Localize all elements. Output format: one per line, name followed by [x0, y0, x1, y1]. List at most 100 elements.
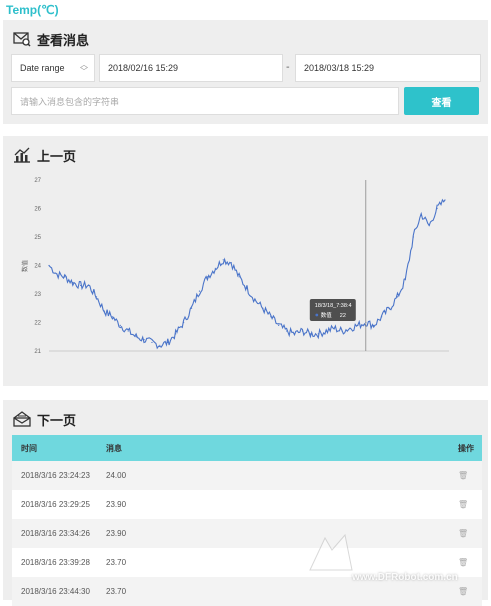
table-panel-title: 下一页: [37, 412, 77, 428]
data-point: [238, 276, 240, 278]
data-point: [309, 333, 311, 335]
column-header-action: 操作: [458, 443, 474, 453]
data-point: [48, 264, 50, 267]
trash-icon[interactable]: 🗑: [458, 490, 468, 519]
data-point: [230, 262, 232, 264]
data-point: [190, 307, 193, 309]
data-point: [56, 273, 58, 275]
data-point: [262, 307, 264, 309]
data-point: [286, 330, 288, 332]
data-point: [127, 330, 129, 332]
search-input[interactable]: 请输入消息包含的字符串: [11, 87, 399, 115]
data-point: [357, 324, 359, 326]
y-axis-label: 数值: [21, 260, 29, 272]
end-date-field[interactable]: 2018/03/18 15:29: [295, 54, 481, 82]
column-header-time[interactable]: 时间: [21, 435, 37, 461]
data-point: [175, 333, 177, 335]
y-tick-label: 23: [34, 292, 41, 298]
data-point: [317, 333, 319, 335]
data-point: [119, 324, 121, 326]
data-point: [95, 296, 98, 298]
table-row: 2018/3/16 23:24:23 24.00 🗑: [12, 461, 482, 490]
y-tick-label: 27: [34, 178, 41, 184]
watermark-text: www.DFRobot.com.cn: [352, 572, 458, 583]
data-point: [301, 330, 304, 332]
y-tick-label: 22: [34, 321, 41, 327]
data-point: [254, 299, 256, 301]
cell-message: 23.90: [106, 529, 127, 538]
watermark-logo: [300, 530, 360, 579]
date-range-select[interactable]: Date range ︿ ﹀: [11, 54, 95, 82]
data-point: [72, 282, 74, 284]
search-button[interactable]: 查看: [404, 87, 479, 115]
trash-icon[interactable]: 🗑: [458, 519, 468, 548]
data-point: [412, 236, 414, 238]
page-title: Temp(℃): [6, 3, 59, 17]
cell-message: 23.70: [106, 558, 127, 567]
envelope-search-icon: [13, 31, 31, 47]
data-point: [373, 324, 375, 326]
column-header-message[interactable]: 消息: [106, 435, 122, 461]
search-panel-title: 查看消息: [37, 32, 90, 48]
table-panel: 下一页 时间 消息 操作 2018/3/16 23:24:23 24.00 🗑 …: [3, 400, 488, 606]
cell-time: 2018/3/16 23:34:26: [21, 529, 90, 538]
y-tick-label: 21: [34, 349, 41, 355]
data-point: [404, 279, 406, 281]
data-point: [246, 287, 248, 289]
data-point: [64, 276, 66, 278]
y-tick-label: 24: [34, 264, 41, 270]
chart-tooltip: 18/3/18_7:38:4 数值 22: [309, 299, 356, 321]
data-point: [396, 296, 399, 298]
data-point: [103, 310, 106, 312]
table-row: 2018/3/16 23:29:25 23.90 🗑: [12, 490, 482, 519]
data-point: [167, 341, 169, 344]
cell-time: 2018/3/16 23:24:23: [21, 471, 90, 480]
date-separator: -: [286, 62, 290, 73]
data-point: [143, 339, 145, 341]
data-point: [198, 290, 201, 292]
mail-open-icon: [13, 411, 31, 427]
cell-time: 2018/3/16 23:29:25: [21, 500, 90, 509]
data-point: [436, 207, 438, 210]
chart-panel: 上一页 21 22 23 24 25 26 27 数值 18/3/18_7:38:4 数值 …: [3, 136, 488, 386]
data-point: [88, 284, 90, 287]
data-point: [428, 225, 430, 227]
tooltip-label: 数值: [321, 311, 333, 319]
data-point: [206, 276, 208, 278]
data-point: [388, 307, 391, 309]
data-point: [444, 199, 446, 201]
data-point: [278, 324, 280, 326]
search-panel: 查看消息 Date range ︿ ﹀ 2018/02/16 15:29 - 20…: [3, 20, 488, 124]
trash-icon[interactable]: 🗑: [458, 577, 468, 606]
tooltip-time: 18/3/18_7:38:4: [315, 303, 352, 309]
data-point: [293, 333, 296, 335]
series-line: [48, 198, 446, 350]
data-point: [80, 284, 82, 287]
start-date-field[interactable]: 2018/02/16 15:29: [99, 54, 283, 82]
search-panel-header: 查看消息: [13, 28, 89, 50]
tooltip-value: 22: [340, 313, 346, 319]
data-point: [111, 316, 113, 318]
y-tick-label: 25: [34, 235, 41, 241]
data-point: [151, 341, 153, 344]
trash-icon[interactable]: 🗑: [458, 548, 468, 577]
data-point: [159, 344, 161, 346]
y-tick-label: 26: [34, 207, 41, 213]
line-chart[interactable]: 21 22 23 24 25 26 27 数值 18/3/18_7:38:4 数值 22: [3, 136, 488, 386]
table-header: 时间 消息 操作: [12, 435, 482, 461]
date-range-label: Date range: [20, 63, 65, 73]
trash-icon[interactable]: 🗑: [458, 461, 468, 490]
data-point: [420, 213, 422, 215]
cell-time: 2018/3/16 23:44:30: [21, 587, 90, 596]
data-point: [135, 336, 137, 338]
data-point: [381, 316, 383, 318]
data-point: [349, 327, 351, 329]
data-point: [222, 259, 224, 261]
table-panel-header: 下一页: [13, 408, 76, 430]
data-point: [214, 267, 216, 269]
data-point: [333, 327, 335, 329]
cell-message: 23.90: [106, 500, 127, 509]
chevron-updown-icon: ︿ ﹀: [80, 60, 88, 76]
cell-message: 23.70: [106, 587, 127, 596]
data-point: [270, 316, 272, 318]
